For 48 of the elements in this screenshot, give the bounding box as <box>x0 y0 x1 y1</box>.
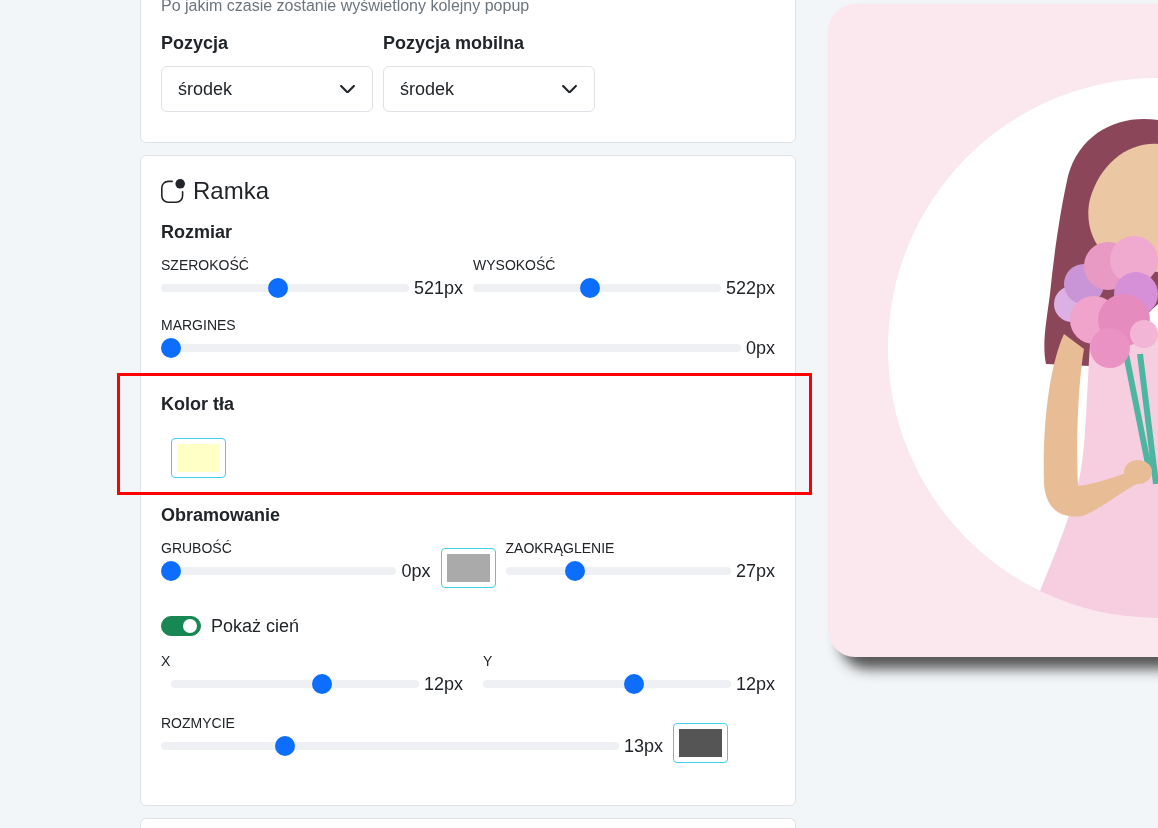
slider-value: 12px <box>423 673 463 696</box>
slider-thumb[interactable] <box>274 736 295 756</box>
slider-label: ZAOKRĄGLENIE <box>505 539 615 557</box>
slider-track[interactable] <box>161 338 741 358</box>
slider-label: MARGINES <box>161 316 236 334</box>
slider-value: 13px <box>623 735 663 758</box>
card-title: Ramka <box>193 176 270 206</box>
slider-label: SZEROKOŚĆ <box>161 256 249 274</box>
slider-thumb[interactable] <box>565 561 586 581</box>
slider-track[interactable] <box>161 736 619 756</box>
color-picker[interactable] <box>440 548 496 588</box>
field-label: Pozycja <box>161 32 229 55</box>
slider-thumb[interactable] <box>624 674 645 694</box>
slider-label: ROZMYCIE <box>161 714 235 732</box>
section-title: Rozmiar <box>161 221 232 244</box>
hint-text: Po jakim czasie zostanie wyświetlony kolejny popup <box>161 0 530 16</box>
slider-label: Y <box>483 652 493 670</box>
color-picker[interactable] <box>673 723 728 763</box>
slider-thumb[interactable] <box>312 674 333 694</box>
slider-track[interactable] <box>161 561 397 581</box>
toggle-label[interactable]: Pokaż cień <box>211 614 300 638</box>
slider-thumb[interactable] <box>580 278 601 298</box>
slider-track[interactable] <box>171 674 419 694</box>
slider-value: 0px <box>745 337 775 360</box>
slider-value: 522px <box>725 277 775 300</box>
slider-track[interactable] <box>505 561 731 581</box>
slider-track[interactable] <box>161 278 409 298</box>
toggle-switch[interactable] <box>161 616 201 636</box>
section-title: Obramowanie <box>161 504 281 527</box>
select-field[interactable]: środek <box>383 66 595 112</box>
slider-thumb[interactable] <box>268 278 289 298</box>
section-title: Kolor tła <box>161 393 234 416</box>
slider-track[interactable] <box>473 278 721 298</box>
slider-value: 521px <box>413 277 463 300</box>
slider-label: X <box>161 652 171 670</box>
slider-value: 27px <box>735 560 775 583</box>
field-label: Pozycja mobilna <box>383 32 525 55</box>
slider-label: WYSOKOŚĆ <box>473 256 556 274</box>
slider-track[interactable] <box>483 674 731 694</box>
slider-thumb[interactable] <box>161 561 181 581</box>
color-picker[interactable] <box>171 438 226 478</box>
slider-label: GRUBOŚĆ <box>161 539 232 557</box>
select-field[interactable]: środek <box>161 66 373 112</box>
slider-value: 0px <box>401 560 431 583</box>
chevron-down-icon <box>340 84 355 94</box>
slider-value: 12px <box>735 673 775 696</box>
chevron-down-icon <box>562 84 577 94</box>
slider-thumb[interactable] <box>161 338 181 358</box>
